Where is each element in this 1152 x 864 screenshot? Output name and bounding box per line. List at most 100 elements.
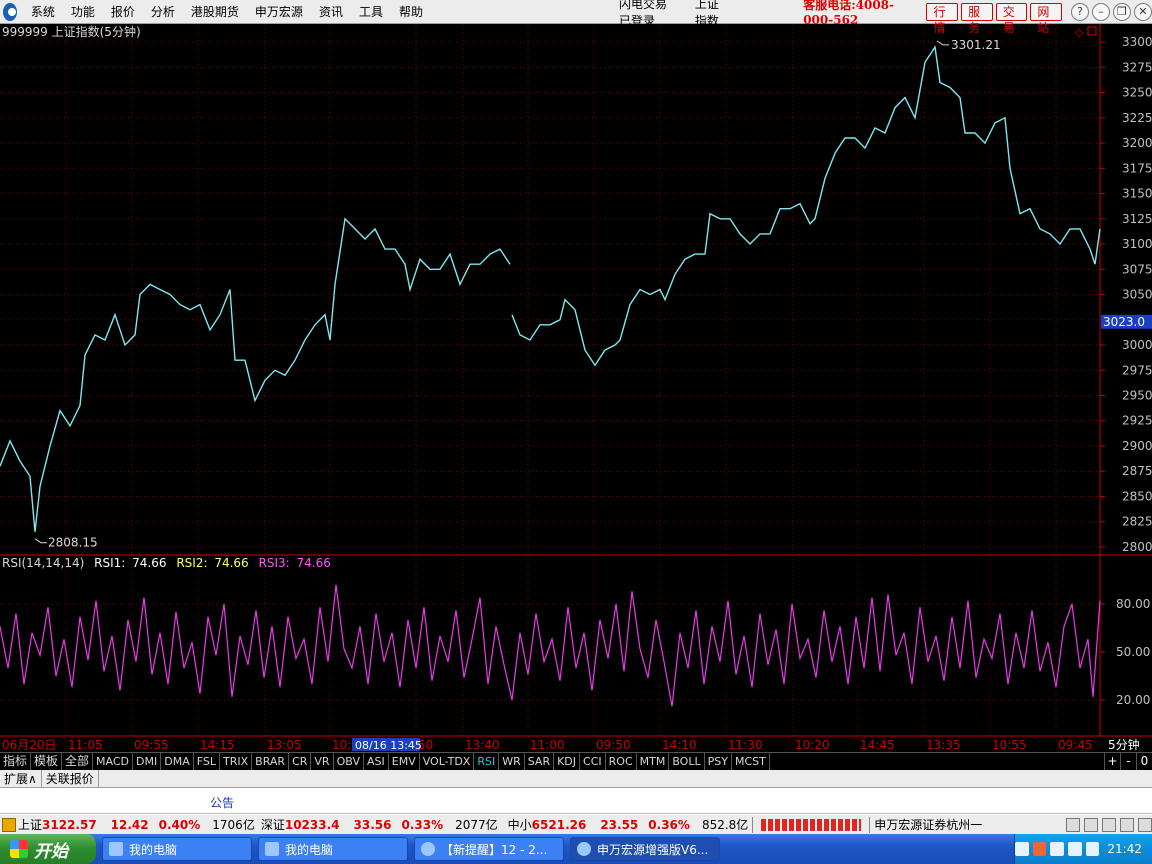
price-tick-label: 2825 [1122,515,1152,529]
current-price-label: 3023.0 [1103,315,1145,329]
indicator-tab-cr[interactable]: CR [289,752,312,771]
indicator-tab-rsi[interactable]: RSI [474,752,500,771]
chart-area[interactable]: 3300 3275 3250 3225 3200 3175 3150 3125 3100 3075… [0,24,1152,752]
minimize-icon[interactable]: – [1091,2,1110,21]
indicator-tab-brar[interactable]: BRAR [252,752,290,771]
indicator-tab-kdj[interactable]: KDJ [554,752,581,771]
x-tick-label: 10:55 [992,738,1027,752]
indicator-tab-boll[interactable]: BOLL [669,752,705,771]
indicator-tab-psy[interactable]: PSY [705,752,732,771]
close-icon[interactable]: ✕ [1133,2,1152,21]
menu-functions[interactable]: 功能 [63,3,103,20]
x-tick-label: 11:00 [530,738,565,752]
market-breadth-bars [761,818,862,831]
indicator-tab-dmi[interactable]: DMI [133,752,162,771]
rsi-indicator-label: RSI(14,14,14) [2,556,84,570]
indicator-tab-vr[interactable]: VR [311,752,334,771]
menu-tools[interactable]: 工具 [351,3,391,20]
indicator-tab-指标[interactable]: 指标 [0,752,32,771]
messenger-icon[interactable] [1085,842,1100,856]
quote-sz-name: 深证 [260,818,285,832]
website-button[interactable]: 网站 [1030,2,1062,35]
indicator-tab-模板[interactable]: 模板 [31,752,63,771]
zero-button[interactable]: 0 [1136,752,1152,771]
quote-zx-name: 中小 [507,818,532,832]
indicator-tab-emv[interactable]: EMV [389,752,420,771]
diamond-icon[interactable]: ◇ [1075,26,1084,39]
task-trading-app[interactable]: 申万宏源增强版V6... [570,837,720,861]
period-label[interactable]: 5分钟 [1108,737,1140,752]
indicator-tab-fsl[interactable]: FSL [194,752,220,771]
menu-bar: 系统 功能 报价 分析 港股期货 申万宏源 资讯 工具 帮助 闪电交易已登录 上… [0,0,1152,35]
restore-icon[interactable]: ❐ [1112,2,1131,21]
help-icon[interactable]: ? [1070,2,1089,21]
indicator-tab-vol-tdx[interactable]: VOL-TDX [420,752,475,771]
menu-quotes[interactable]: 报价 [103,3,143,20]
quote-sz[interactable]: 深证 10233.4 33.56 0.33% 2077亿 [261,816,498,833]
settings-icon[interactable] [1138,817,1152,832]
indicator-tab-macd[interactable]: MACD [93,752,134,771]
price-tick-label: 2925 [1122,414,1152,428]
x-tick-label: 09:50 [596,738,631,752]
quote-sh-volume: 1706亿 [212,818,255,832]
indicator-tab-trix[interactable]: TRIX [220,752,253,771]
x-tick-label: 06月20日 [2,738,57,752]
plus-button[interactable]: + [1104,752,1120,771]
x-tick-label: 11:05 [68,738,103,752]
calculator-icon[interactable] [1120,817,1134,832]
browser-icon [421,842,435,856]
quote-zx[interactable]: 中小 6521.26 23.55 0.36% 852.8亿 [508,816,749,833]
task-my-computer-2[interactable]: 我的电脑 [258,837,408,861]
task-browser[interactable]: 【新提醒】12 - 2... [414,837,564,861]
keyboard-icon[interactable] [1014,842,1029,856]
task-my-computer-1[interactable]: 我的电脑 [102,837,252,861]
menu-analysis[interactable]: 分析 [143,3,183,20]
quotes-button[interactable]: 行情 [926,2,959,35]
indicator-tab-obv[interactable]: OBV [334,752,364,771]
antivirus-icon[interactable] [1032,842,1047,856]
lock-icon[interactable] [2,817,16,832]
trade-button[interactable]: 交易 [995,2,1028,35]
x-axis-labels: 06月20日 11:05 09:55 14:15 13:05 10: 50 13:40 11:0… [2,738,1093,752]
menu-hk-futures[interactable]: 港股期货 [183,3,247,20]
notepad-icon[interactable] [1066,817,1080,832]
indicator-tab-全部[interactable]: 全部 [62,752,94,771]
indicator-tab-wr[interactable]: WR [499,752,525,771]
clock[interactable]: 21:42 [1107,842,1142,856]
window-controls: ? – ❐ ✕ [1068,2,1152,21]
volume-icon[interactable] [1068,842,1082,856]
rsi3-name: RSI3: [259,556,290,570]
chart-corner-icons[interactable]: ◇ [1075,26,1097,39]
trading-app-icon [577,842,591,856]
price-tick-label: 2800 [1122,540,1152,554]
chart-canvas[interactable]: 3300 3275 3250 3225 3200 3175 3150 3125 3100 3075… [0,24,1152,752]
indicator-tab-dma[interactable]: DMA [161,752,194,771]
indicator-tab-sar[interactable]: SAR [525,752,555,771]
minus-button[interactable]: - [1120,752,1136,771]
related-quotes-tab[interactable]: 关联报价 [42,770,99,787]
menu-system[interactable]: 系统 [23,3,63,20]
indicator-tab-asi[interactable]: ASI [364,752,389,771]
expand-icon[interactable] [1087,26,1097,36]
network-icon[interactable] [1050,842,1065,856]
service-button[interactable]: 服务 [961,2,993,35]
notice-label[interactable]: 公告 [210,794,234,811]
rsi-tick-label: 50.00 [1116,645,1150,659]
lock-small-icon[interactable] [1102,817,1116,832]
rsi-tick-label: 20.00 [1116,693,1150,707]
rsi2-value: 74.66 [214,556,248,570]
signal-icon[interactable] [1084,817,1098,832]
quote-sh[interactable]: 上证 3122.57 12.42 0.40% 1706亿 [18,816,255,833]
indicator-tab-cci[interactable]: CCI [580,752,606,771]
indicator-tab-mcst[interactable]: MCST [732,752,770,771]
quote-sz-volume: 2077亿 [455,818,498,832]
indicator-tab-mtm[interactable]: MTM [637,752,670,771]
menu-help[interactable]: 帮助 [391,3,431,20]
os-taskbar: 开始 我的电脑 我的电脑 【新提醒】12 - 2... 申万宏源增强版V6...… [0,834,1152,864]
expand-tab[interactable]: 扩展∧ [0,770,42,787]
start-button[interactable]: 开始 [0,834,96,864]
menu-swhy[interactable]: 申万宏源 [247,3,311,20]
price-tick-label: 3100 [1122,237,1152,251]
indicator-tab-roc[interactable]: ROC [606,752,637,771]
menu-news[interactable]: 资讯 [311,3,351,20]
